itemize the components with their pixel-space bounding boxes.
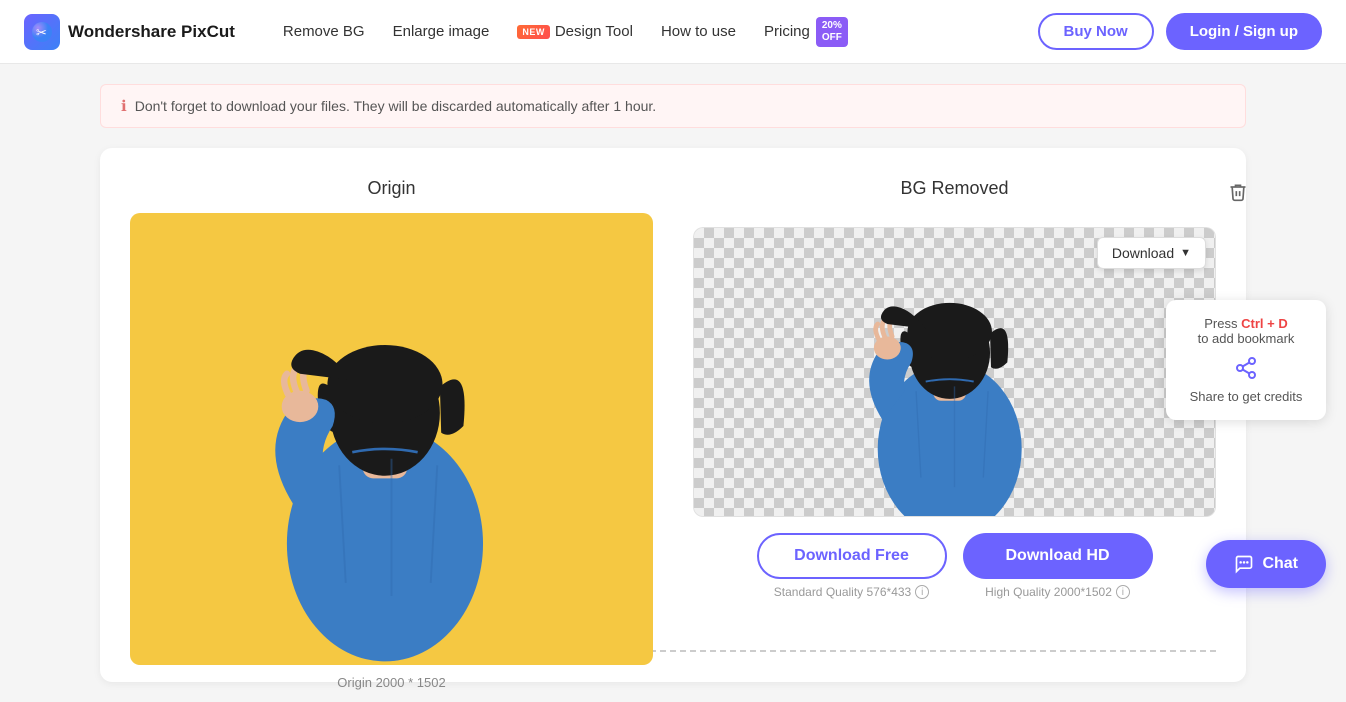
header: ✂ Wondershare PixCut Remove BG Enlarge i… — [0, 0, 1346, 64]
svg-text:✂: ✂ — [36, 25, 47, 40]
images-row: Origin — [130, 178, 1216, 630]
nav-pricing[interactable]: Pricing 20% OFF — [764, 17, 848, 47]
logo[interactable]: ✂ Wondershare PixCut — [24, 14, 235, 50]
standard-quality-info-icon[interactable]: i — [915, 585, 929, 599]
info-icon: ℹ — [121, 97, 127, 115]
bg-removed-header: BG Removed — [693, 178, 1216, 213]
high-quality-info-icon[interactable]: i — [1116, 585, 1130, 599]
to-add-bookmark-text: to add bookmark — [1182, 331, 1310, 346]
nav: Remove BG Enlarge image NEW Design Tool … — [283, 17, 1006, 47]
bookmark-text: Press Ctrl + D — [1182, 316, 1310, 331]
origin-title: Origin — [130, 178, 653, 199]
header-actions: Buy Now Login / Sign up — [1038, 13, 1322, 50]
nav-how-to-use[interactable]: How to use — [661, 23, 736, 40]
logo-icon: ✂ — [24, 14, 60, 50]
original-image-svg — [130, 213, 653, 665]
new-badge: NEW — [517, 25, 550, 39]
nav-remove-bg[interactable]: Remove BG — [283, 23, 365, 40]
logo-text: Wondershare PixCut — [68, 22, 235, 42]
download-free-button[interactable]: Download Free — [757, 533, 947, 579]
download-hd-button[interactable]: Download HD — [963, 533, 1153, 579]
share-icon-container — [1182, 356, 1310, 383]
nav-design-tool[interactable]: NEW Design Tool — [517, 23, 633, 40]
checkerboard-bg — [693, 227, 1216, 517]
quality-labels: Standard Quality 576*433 i High Quality … — [693, 585, 1216, 599]
bookmark-widget: Press Ctrl + D to add bookmark Share to … — [1166, 300, 1326, 420]
share-credits-text: Share to get credits — [1182, 389, 1310, 404]
bg-removed-image-svg — [694, 228, 1215, 516]
original-panel: Origin — [130, 178, 653, 630]
dropdown-chevron-icon: ▼ — [1180, 247, 1191, 259]
original-image — [130, 213, 653, 665]
standard-quality-label: Standard Quality 576*433 i — [757, 585, 947, 599]
editor-card: Origin — [100, 148, 1246, 682]
chat-icon — [1234, 554, 1254, 574]
press-label: Press — [1204, 316, 1237, 331]
chat-button-label: Chat — [1262, 555, 1298, 573]
design-tool-label: Design Tool — [555, 23, 633, 40]
high-quality-label: High Quality 2000*1502 i — [963, 585, 1153, 599]
off-badge: 20% OFF — [816, 17, 848, 47]
main-content: ℹ Don't forget to download your files. T… — [0, 64, 1346, 702]
ctrl-d-label: Ctrl + D — [1241, 316, 1288, 331]
origin-caption: Origin 2000 * 1502 — [130, 675, 653, 690]
buy-now-button[interactable]: Buy Now — [1038, 13, 1154, 50]
bg-removed-panel: BG Removed — [693, 178, 1216, 630]
download-buttons: Download Free Download HD — [693, 533, 1216, 579]
download-dropdown[interactable]: Download ▼ — [1097, 237, 1206, 269]
delete-button[interactable] — [1224, 178, 1252, 212]
pricing-label: Pricing — [764, 23, 810, 40]
nav-enlarge-image[interactable]: Enlarge image — [393, 23, 490, 40]
chat-button[interactable]: Chat — [1206, 540, 1326, 588]
notice-text: Don't forget to download your files. The… — [135, 98, 656, 114]
share-icon — [1234, 356, 1258, 380]
download-dropdown-label: Download — [1112, 245, 1174, 261]
notice-banner: ℹ Don't forget to download your files. T… — [100, 84, 1246, 128]
bg-removed-image-container: Download ▼ — [693, 227, 1216, 517]
bg-removed-title: BG Removed — [900, 178, 1008, 199]
login-button[interactable]: Login / Sign up — [1166, 13, 1322, 50]
